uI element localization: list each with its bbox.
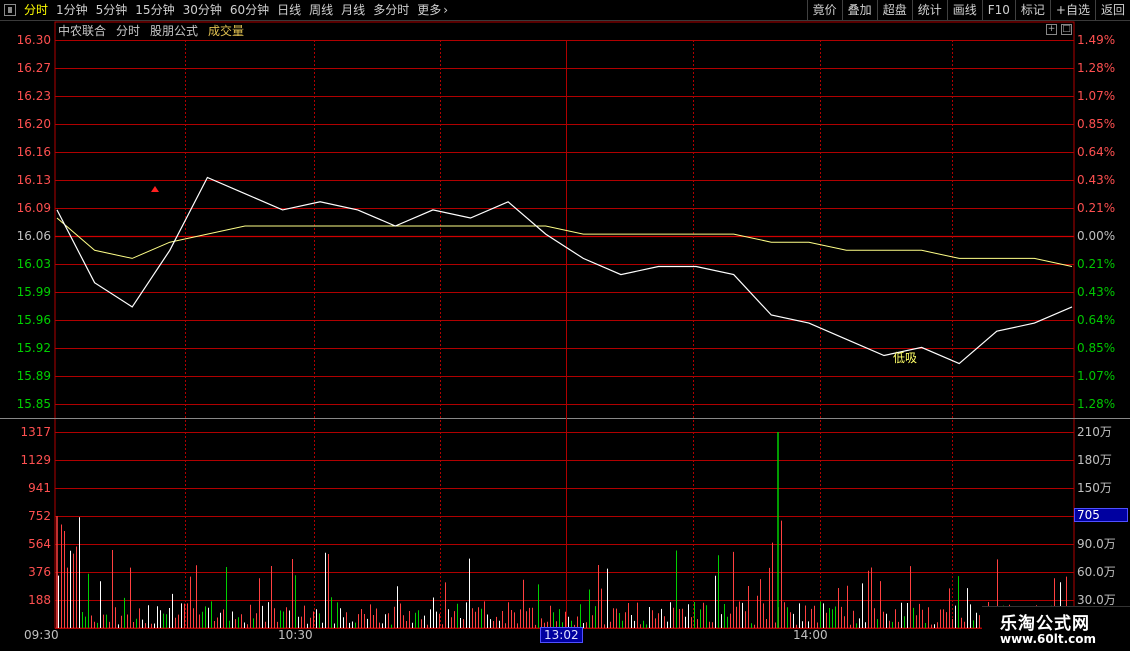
percent-axis-label: 1.07% [1077,89,1116,103]
price-axis-label: 15.92 [16,341,51,355]
price-axis-label: 16.30 [16,33,51,47]
percent-axis-label: 1.07% [1077,369,1116,383]
percent-axis-label: 0.21% [1077,257,1116,271]
price-axis-label: 15.85 [16,397,51,411]
volume-axis-right-label: 60.0万 [1077,565,1116,579]
signal-annotation: 低吸 [893,351,918,365]
watermark-url: www.60lt.com [1000,632,1097,646]
percent-axis-label: 1.49% [1077,33,1116,47]
volume-axis-label: 752 [28,509,51,523]
price-axis-label: 16.16 [16,145,51,159]
volume-axis-right-label: 150万 [1077,481,1112,495]
time-cursor-label: 13:02 [540,627,583,643]
price-axis-label: 16.13 [16,173,51,187]
price-axis-label: 16.27 [16,61,51,75]
price-axis-label: 16.03 [16,257,51,271]
intraday-chart[interactable] [0,0,1130,650]
percent-axis-label: 1.28% [1077,61,1116,75]
volume-axis-label: 188 [28,593,51,607]
price-axis-label: 16.20 [16,117,51,131]
watermark-title: 乐淘公式网 [1000,614,1090,634]
volume-axis-right-label: 180万 [1077,453,1112,467]
price-line [56,176,1073,365]
time-axis-label: 14:00 [793,628,828,642]
time-axis-label: 10:30 [278,628,313,642]
chart-frame [54,21,1075,629]
price-axis-label: 16.23 [16,89,51,103]
price-axis-label: 15.89 [16,369,51,383]
percent-axis-label: 0.43% [1077,173,1116,187]
percent-axis-label: 1.28% [1077,397,1116,411]
percent-axis-label: 0.64% [1077,313,1116,327]
average-price-line [56,217,1073,267]
volume-axis-right-label: 90.0万 [1077,537,1116,551]
volume-axis-label: 564 [28,537,51,551]
volume-axis-label: 1317 [20,425,51,439]
price-axis-label: 16.06 [16,229,51,243]
price-axis-label: 16.09 [16,201,51,215]
volume-axis-label: 941 [28,481,51,495]
price-axis-label: 15.99 [16,285,51,299]
price-axis-label: 15.96 [16,313,51,327]
volume-axis-label: 376 [28,565,51,579]
volume-axis-right-label: 210万 [1077,425,1112,439]
watermark: 乐淘公式网 www.60lt.com [982,606,1130,651]
up-arrow-icon [151,186,159,192]
volume-axis-right-label: 30.0万 [1077,593,1116,607]
percent-axis-label: 0.21% [1077,201,1116,215]
percent-axis-label: 0.43% [1077,285,1116,299]
percent-axis-label: 0.85% [1077,117,1116,131]
percent-axis-label: 0.64% [1077,145,1116,159]
time-axis-label: 09:30 [24,628,59,642]
volume-axis-label: 1129 [20,453,51,467]
percent-axis-label: 0.85% [1077,341,1116,355]
percent-axis-label: 0.00% [1077,229,1116,243]
volume-cursor-label: 705 [1074,508,1128,522]
